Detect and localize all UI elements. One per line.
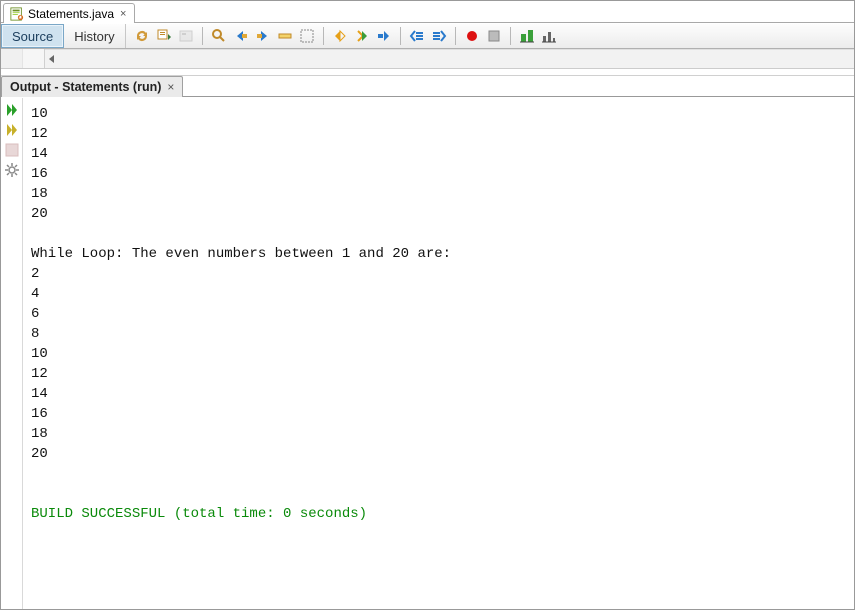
find-selection-icon[interactable]: [209, 26, 229, 46]
editor-gutter: [1, 49, 45, 68]
prev-bookmark-icon[interactable]: [176, 26, 196, 46]
tab-source[interactable]: Source: [1, 24, 64, 48]
shift-line-icon[interactable]: [374, 26, 394, 46]
toggle-highlight-icon[interactable]: [275, 26, 295, 46]
stop-icon[interactable]: [484, 26, 504, 46]
run-green-icon[interactable]: [4, 102, 20, 118]
close-icon[interactable]: ×: [118, 8, 128, 20]
editor-area: [1, 49, 854, 69]
output-panel: 10 12 14 16 18 20 While Loop: The even n…: [1, 97, 854, 609]
settings-icon[interactable]: [4, 162, 20, 178]
output-tab-strip: Output - Statements (run) ×: [1, 75, 854, 97]
diff-icon[interactable]: [517, 26, 537, 46]
editor-toolbar: Source History: [1, 23, 854, 49]
comment-icon[interactable]: [407, 26, 427, 46]
stop-square-icon[interactable]: [4, 142, 20, 158]
file-tab-label: Statements.java: [28, 7, 114, 21]
build-success-line: BUILD SUCCESSFUL (total time: 0 seconds): [31, 506, 367, 522]
find-prev-icon[interactable]: [231, 26, 251, 46]
output-tab[interactable]: Output - Statements (run) ×: [1, 76, 183, 97]
nav-dropdown-icon[interactable]: [154, 26, 174, 46]
horizontal-scrollbar[interactable]: [45, 49, 854, 68]
output-side-toolbar: [1, 98, 23, 609]
output-tab-title: Output - Statements (run): [10, 80, 161, 94]
tab-history[interactable]: History: [64, 24, 125, 48]
record-icon[interactable]: [462, 26, 482, 46]
shift-right-icon[interactable]: [352, 26, 372, 46]
refresh-icon[interactable]: [132, 26, 152, 46]
uncomment-icon[interactable]: [429, 26, 449, 46]
shift-left-icon[interactable]: [330, 26, 350, 46]
close-icon[interactable]: ×: [167, 80, 174, 94]
find-next-icon[interactable]: [253, 26, 273, 46]
toolbar-icon-group: [126, 24, 559, 48]
java-file-icon: [10, 7, 24, 21]
file-tab-statements[interactable]: Statements.java ×: [3, 3, 135, 23]
file-tab-strip: Statements.java ×: [1, 1, 854, 23]
bars-icon[interactable]: [539, 26, 559, 46]
run-yellow-icon[interactable]: [4, 122, 20, 138]
output-console[interactable]: 10 12 14 16 18 20 While Loop: The even n…: [23, 98, 854, 609]
view-tab-group: Source History: [1, 24, 126, 48]
toggle-rect-icon[interactable]: [297, 26, 317, 46]
